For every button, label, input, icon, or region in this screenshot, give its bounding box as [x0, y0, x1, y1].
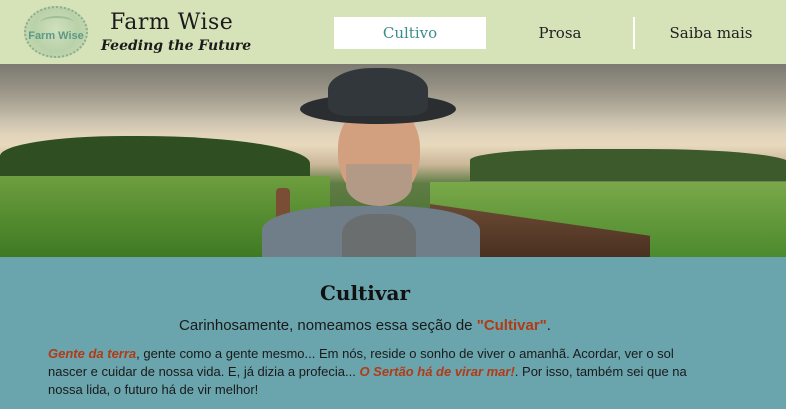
- content-section: Cultivar Carinhosamente, nomeamos essa s…: [0, 257, 786, 409]
- farmer-figure: [258, 64, 484, 257]
- nav-tab-saiba-mais[interactable]: Saiba mais: [636, 17, 786, 49]
- section-title: Cultivar: [319, 281, 410, 305]
- intro-highlight: "Cultivar": [476, 317, 547, 334]
- brand-title: Farm Wise: [110, 10, 234, 35]
- section-intro: Carinhosamente, nomeamos essa seção de "…: [179, 317, 551, 334]
- nav-tab-cultivo[interactable]: Cultivo: [334, 17, 486, 49]
- lead-accent: Gente da terra: [48, 346, 137, 361]
- nav-divider: [633, 17, 635, 49]
- brand-tagline: Feeding the Future: [101, 38, 252, 54]
- quote-accent: O Sertão há de virar mar!: [359, 364, 515, 379]
- logo-decoration: [40, 16, 74, 30]
- logo[interactable]: Farm Wise: [24, 6, 88, 58]
- site-header: Farm Wise Farm Wise Feeding the Future C…: [0, 0, 786, 64]
- hero-image-farmer: [0, 64, 786, 257]
- section-body: Gente da terra, gente como a gente mesmo…: [48, 346, 687, 397]
- logo-text: Farm Wise: [28, 30, 84, 42]
- nav-tab-prosa[interactable]: Prosa: [486, 17, 634, 49]
